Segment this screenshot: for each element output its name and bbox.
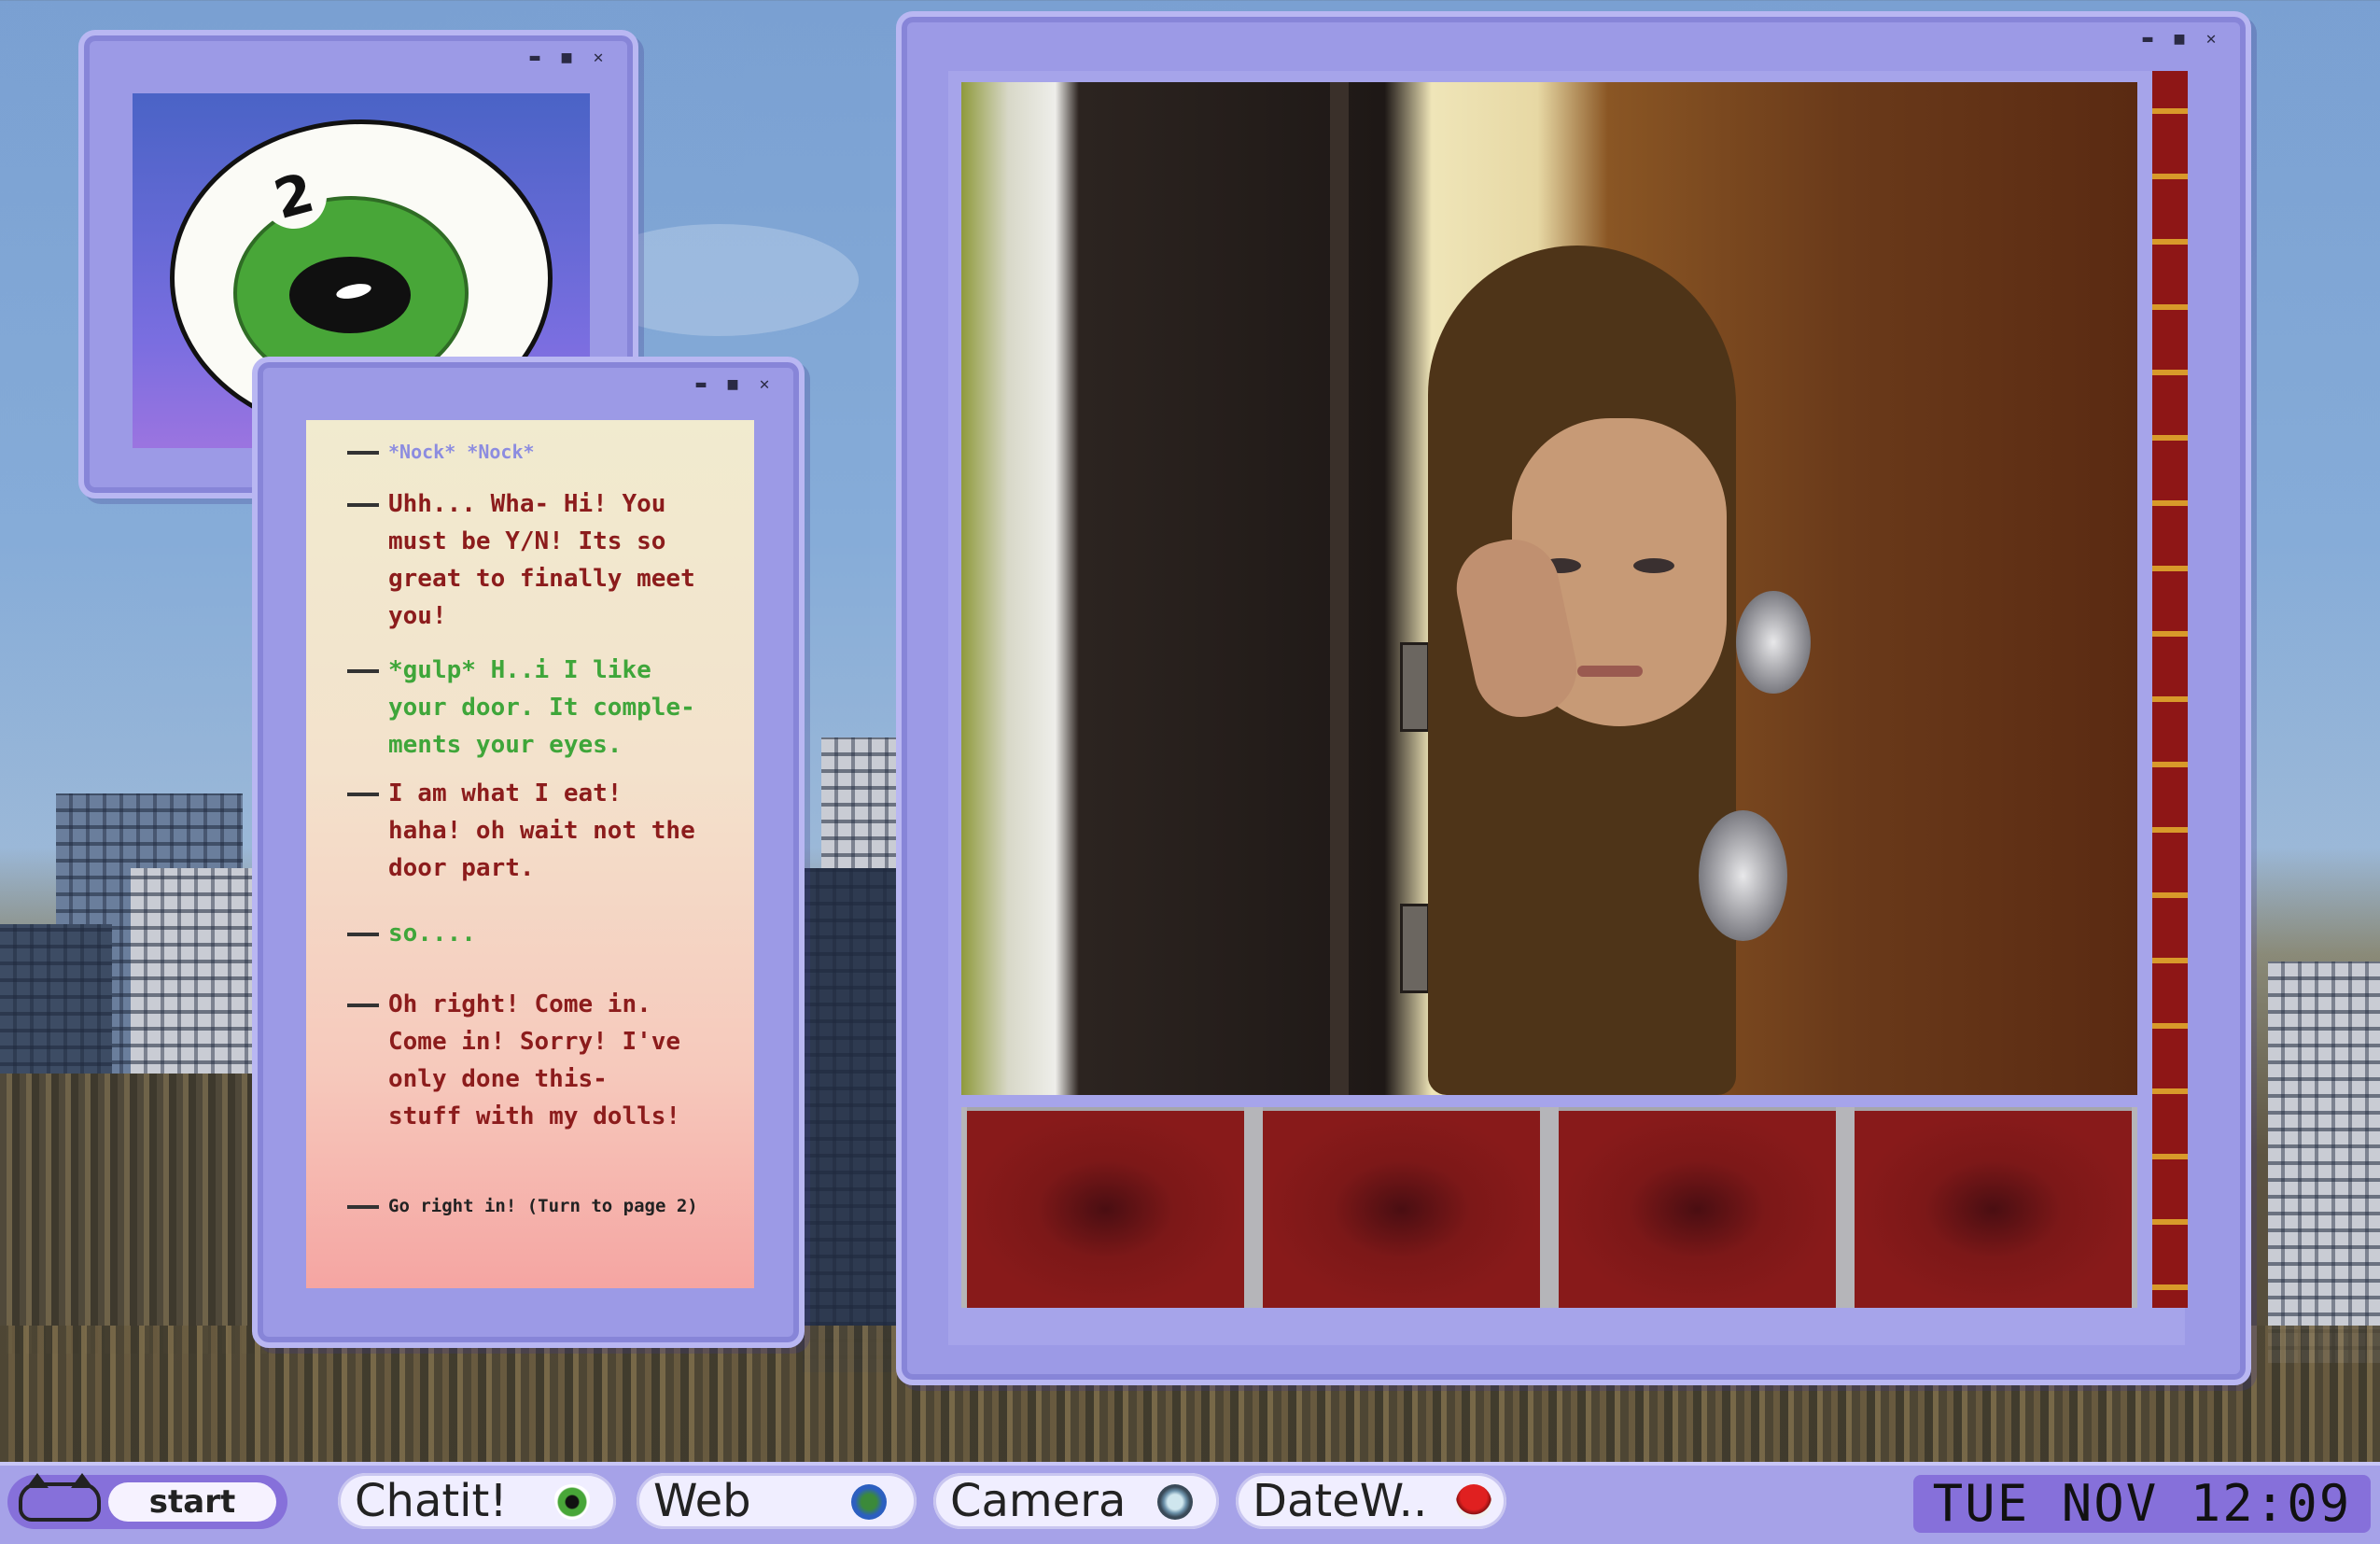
chat-message-text: *Nock* *Nock* xyxy=(388,441,535,463)
taskbar-app-label: DateW.. xyxy=(1253,1475,1428,1527)
dash-icon xyxy=(347,668,379,673)
camera-photo xyxy=(961,82,2137,1095)
item-slot[interactable] xyxy=(1559,1107,1836,1308)
taskbar-app-label: Chatit! xyxy=(355,1475,508,1527)
door-knob xyxy=(1699,810,1787,941)
dash-icon xyxy=(347,450,379,455)
chat-message: Uhh... Wha- Hi! You must be Y/N! Its so … xyxy=(347,485,721,635)
door-hinge xyxy=(1400,904,1430,993)
dash-icon xyxy=(347,1204,379,1209)
chat-log: *Nock* *Nock* Uhh... Wha- Hi! You must b… xyxy=(306,420,754,1288)
taskbar-app-datew[interactable]: DateW.. xyxy=(1236,1473,1506,1529)
window-controls: ▬ ■ ✕ xyxy=(2137,30,2221,49)
maximize-button[interactable]: ■ xyxy=(722,375,743,394)
building xyxy=(803,868,896,1372)
taskbar-app-chatit[interactable]: Chatit! xyxy=(338,1473,616,1529)
go-in-choice[interactable]: Go right in! (Turn to page 2) xyxy=(388,1187,721,1225)
item-slot[interactable] xyxy=(1263,1107,1540,1308)
camera-window[interactable]: ▬ ■ ✕ xyxy=(896,11,2251,1385)
chat-message[interactable]: Go right in! (Turn to page 2) xyxy=(347,1187,721,1225)
globe-icon xyxy=(851,1484,887,1520)
curtain-strip xyxy=(2152,71,2188,1308)
person-mouth xyxy=(1577,666,1643,677)
close-button[interactable]: ✕ xyxy=(2201,30,2221,49)
person-eye xyxy=(1633,558,1674,573)
maximize-button[interactable]: ■ xyxy=(556,49,577,67)
chat-message-text: Oh right! Come in. Come in! Sorry! I've … xyxy=(388,990,681,1130)
door-hinge xyxy=(1400,642,1430,732)
close-button[interactable]: ✕ xyxy=(588,49,609,67)
start-label: start xyxy=(108,1482,276,1522)
minimize-button[interactable]: ▬ xyxy=(691,375,711,394)
close-button[interactable]: ✕ xyxy=(754,375,775,394)
taskbar-app-label: Camera xyxy=(950,1475,1127,1527)
item-slot[interactable] xyxy=(967,1107,1244,1308)
cat-icon xyxy=(19,1473,101,1522)
chat-message: I am what I eat! haha! oh wait not the d… xyxy=(347,775,721,887)
mushroom-icon xyxy=(1456,1484,1491,1520)
taskbar: start Chatit! Web Camera DateW.. TUE NOV… xyxy=(0,1462,2380,1544)
minimize-button[interactable]: ▬ xyxy=(525,49,545,67)
dash-icon xyxy=(347,1003,379,1007)
lens-icon xyxy=(1157,1484,1193,1520)
clock: TUE NOV 12:09 xyxy=(1913,1475,2371,1533)
chat-message-text[interactable]: so.... xyxy=(388,915,721,952)
window-controls: ▬ ■ ✕ xyxy=(691,375,775,394)
window-controls: ▬ ■ ✕ xyxy=(525,49,609,67)
chat-message-text: I am what I eat! haha! oh wait not the d… xyxy=(388,779,695,882)
eye-icon xyxy=(554,1484,590,1520)
dash-icon xyxy=(347,502,379,507)
chat-message[interactable]: *gulp* H..i I like your door. It comple-… xyxy=(347,652,721,764)
taskbar-app-camera[interactable]: Camera xyxy=(933,1473,1219,1529)
chat-message: Oh right! Come in. Come in! Sorry! I've … xyxy=(347,986,721,1135)
dash-icon xyxy=(347,932,379,936)
maximize-button[interactable]: ■ xyxy=(2169,30,2190,49)
chat-message: *Nock* *Nock* xyxy=(347,433,721,470)
chat-message[interactable]: so.... xyxy=(347,915,721,952)
item-slots xyxy=(961,1107,2137,1308)
building xyxy=(2268,961,2380,1363)
chat-message-text: Uhh... Wha- Hi! You must be Y/N! Its so … xyxy=(388,490,695,630)
minimize-button[interactable]: ▬ xyxy=(2137,30,2158,49)
item-slot[interactable] xyxy=(1855,1107,2132,1308)
taskbar-app-web[interactable]: Web xyxy=(637,1473,917,1529)
door-frame xyxy=(1330,82,1349,1095)
start-button[interactable]: start xyxy=(7,1473,287,1529)
camera-content xyxy=(948,71,2188,1345)
chat-window[interactable]: ▬ ■ ✕ *Nock* *Nock* Uhh... Wha- Hi! You … xyxy=(252,357,805,1348)
chat-message-text[interactable]: *gulp* H..i I like your door. It comple-… xyxy=(388,652,721,764)
door-knob xyxy=(1736,591,1811,694)
dash-icon xyxy=(347,792,379,796)
taskbar-app-label: Web xyxy=(653,1475,751,1527)
trees xyxy=(0,1074,280,1354)
